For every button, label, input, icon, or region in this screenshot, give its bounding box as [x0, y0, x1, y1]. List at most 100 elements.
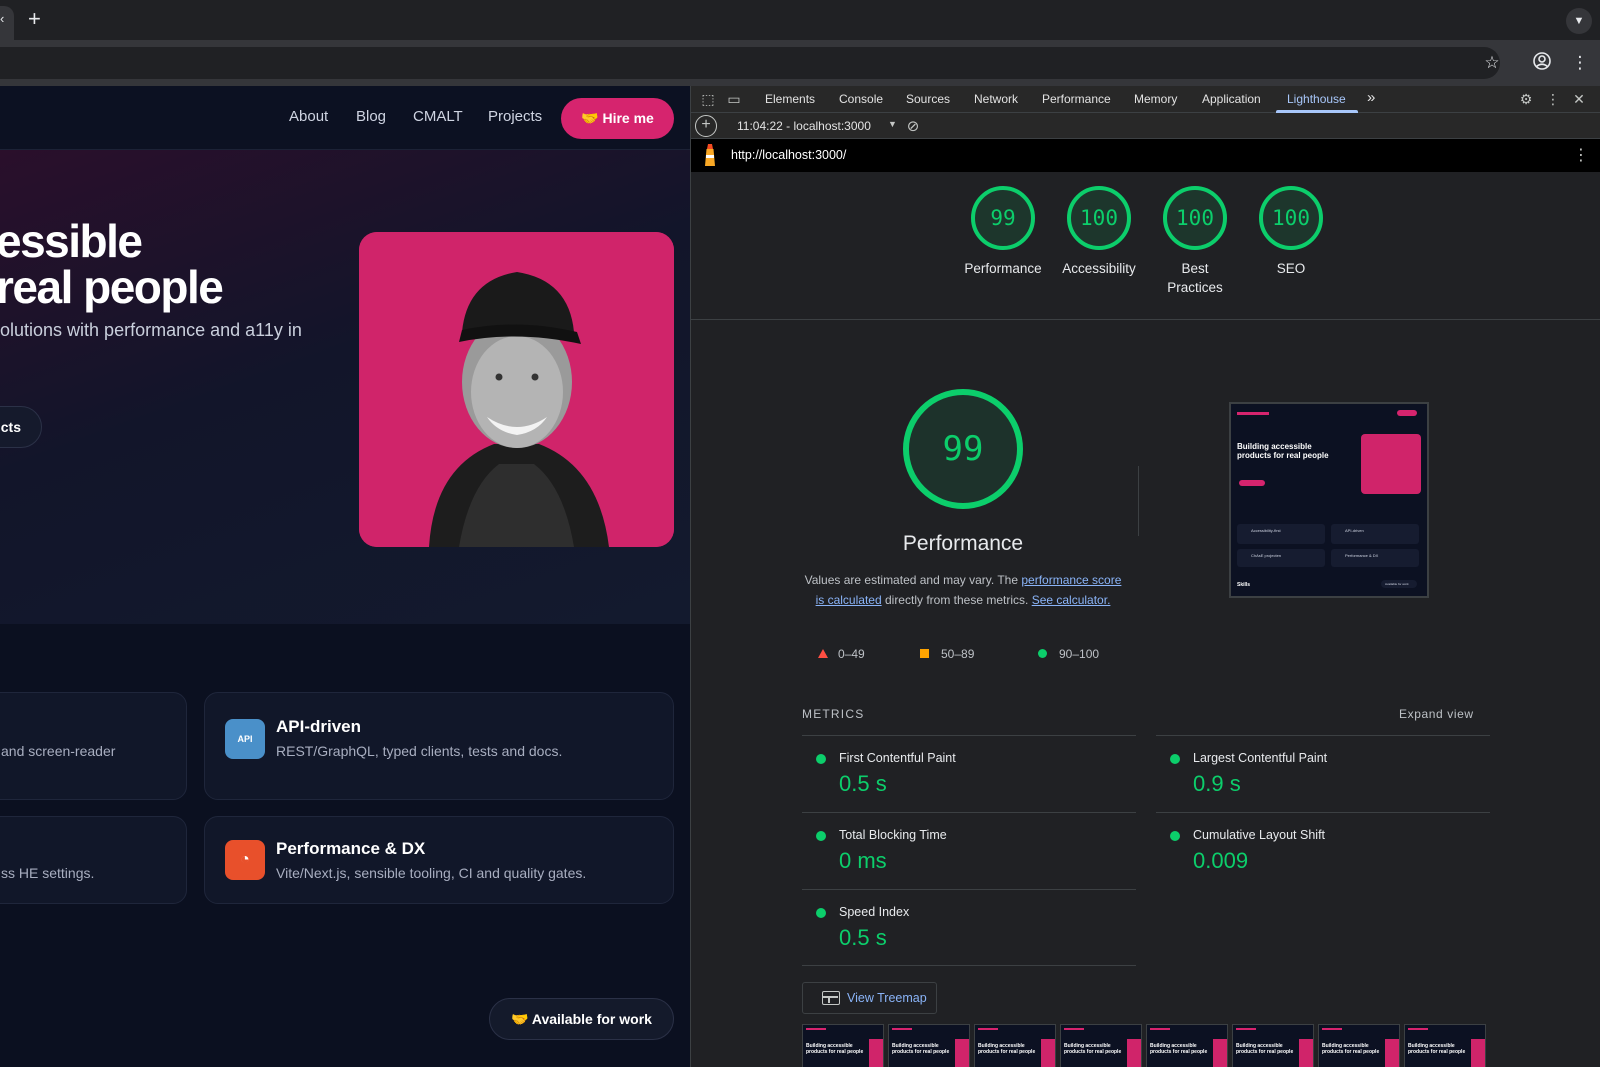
thumb-heading: Building accessible products for real pe…	[1237, 442, 1329, 460]
tab-performance[interactable]: Performance	[1042, 92, 1111, 106]
metric-name: Largest Contentful Paint	[1193, 751, 1328, 765]
close-devtools-icon[interactable]: ✕	[1570, 91, 1588, 108]
settings-gear-icon[interactable]: ⚙	[1517, 91, 1535, 108]
tab-lighthouse[interactable]: Lighthouse	[1287, 92, 1346, 106]
web-page: About Blog CMALT Projects 🤝 Hire me essi…	[0, 86, 690, 1067]
close-tab-icon[interactable]: ‹	[0, 11, 4, 26]
score-performance: 99	[971, 186, 1035, 250]
filmstrip-frame: Building accessible products for real pe…	[888, 1024, 970, 1067]
desc-text-1: Values are estimated and may vary. The	[804, 573, 1022, 587]
projects-button[interactable]: cts	[0, 406, 42, 448]
hero-subtitle: olutions with performance and a11y in	[0, 320, 302, 340]
metric-value: 0 ms	[839, 848, 887, 873]
gauge-accessibility[interactable]: 100 Accessibility	[1051, 186, 1147, 278]
frame-heading: Building accessible products for real pe…	[978, 1043, 1036, 1055]
nav-projects[interactable]: Projects	[488, 108, 542, 125]
device-toolbar-icon[interactable]: ▭	[725, 91, 743, 108]
available-for-work-button[interactable]: 🤝 Available for work	[489, 998, 674, 1040]
nav-blog[interactable]: Blog	[356, 108, 386, 125]
metric-value: 0.5 s	[839, 925, 887, 950]
score-seo: 100	[1259, 186, 1323, 250]
see-calculator-link[interactable]: See calculator.	[1032, 593, 1111, 607]
triangle-icon	[818, 649, 828, 658]
gauge-icon: ◔	[225, 840, 265, 880]
clear-reports-icon[interactable]: ⊘	[904, 117, 922, 135]
gauge-label: Performance	[964, 261, 1042, 276]
card-description: ss HE settings.	[1, 865, 95, 881]
gauge-best-practices[interactable]: 100 Best Practices	[1147, 186, 1243, 297]
metric-value: 0.009	[1193, 848, 1249, 873]
desc-text-2: directly from these metrics.	[881, 593, 1032, 607]
frame-heading: Building accessible products for real pe…	[1408, 1043, 1466, 1055]
frame-heading: Building accessible products for real pe…	[892, 1043, 950, 1055]
gauge-seo[interactable]: 100 SEO	[1243, 186, 1339, 278]
tab-sources[interactable]: Sources	[906, 92, 950, 106]
tab-console[interactable]: Console	[839, 92, 883, 106]
tab-memory[interactable]: Memory	[1134, 92, 1177, 106]
audited-url: http://localhost:3000/	[731, 148, 847, 162]
feature-card-settings: ss HE settings.	[0, 816, 187, 904]
score-best-practices: 100	[1163, 186, 1227, 250]
card-title: Performance & DX	[276, 839, 426, 858]
performance-description: Values are estimated and may vary. The p…	[801, 570, 1125, 610]
browser-toolbar: ☆ ⋮	[0, 40, 1600, 86]
hero-section: essible real people olutions with perfor…	[0, 150, 690, 624]
pass-dot-icon	[1170, 754, 1180, 764]
more-tabs-icon[interactable]: »	[1367, 89, 1375, 106]
metric-value: 0.9 s	[1193, 771, 1241, 796]
view-treemap-button[interactable]: View Treemap	[802, 982, 937, 1014]
frame-heading: Building accessible products for real pe…	[806, 1043, 864, 1055]
profile-icon[interactable]	[1530, 51, 1554, 75]
chevron-down-icon[interactable]: ▼	[1566, 8, 1592, 34]
thumb-card: ChAsE projecten	[1237, 549, 1325, 567]
gauge-performance[interactable]: 99 Performance	[955, 186, 1051, 278]
metrics-heading: METRICS	[802, 707, 865, 721]
filmstrip-frame: Building accessible products for real pe…	[1232, 1024, 1314, 1067]
tab-strip: ‹ + ▼	[0, 0, 1600, 40]
performance-score-large: 99	[903, 389, 1023, 509]
final-screenshot[interactable]: Building accessible products for real pe…	[1229, 402, 1429, 598]
thumb-card: Performance & DX	[1331, 549, 1419, 567]
report-select[interactable]: 11:04:22 - localhost:3000	[737, 119, 871, 133]
devtools-menu-icon[interactable]: ⋮	[1544, 91, 1562, 108]
tab-network[interactable]: Network	[974, 92, 1018, 106]
bookmark-star-icon[interactable]: ☆	[1480, 51, 1504, 75]
card-description: and screen-reader	[1, 743, 116, 759]
metric-lcp: Largest Contentful Paint 0.9 s	[1156, 735, 1490, 812]
view-treemap-label: View Treemap	[847, 991, 927, 1005]
thumb-button: Available for work	[1381, 580, 1417, 588]
frame-heading: Building accessible products for real pe…	[1150, 1043, 1208, 1055]
frame-heading: Building accessible products for real pe…	[1064, 1043, 1122, 1055]
score-accessibility: 100	[1067, 186, 1131, 250]
address-bar[interactable]	[0, 47, 1500, 79]
filmstrip-frame: Building accessible products for real pe…	[802, 1024, 884, 1067]
report-dropdown-icon[interactable]: ▼	[888, 119, 897, 129]
pass-dot-icon	[816, 908, 826, 918]
new-report-icon[interactable]: +	[695, 115, 717, 137]
divider	[1138, 466, 1139, 536]
square-icon	[920, 649, 929, 658]
legend-pass: 90–100	[1038, 647, 1099, 661]
card-title: API-driven	[276, 717, 362, 736]
metric-fcp: First Contentful Paint 0.5 s	[802, 735, 1136, 812]
nav-cmalt[interactable]: CMALT	[413, 108, 463, 125]
new-tab-button[interactable]: +	[28, 6, 41, 32]
report-menu-icon[interactable]: ⋮	[1573, 145, 1589, 165]
hero-heading-line2: real people	[0, 261, 224, 313]
thumb-card: Accessibility-first	[1237, 524, 1325, 544]
nav-about[interactable]: About	[289, 108, 328, 125]
feature-card-accessibility: and screen-reader	[0, 692, 187, 800]
thumb-footer: Skills	[1237, 582, 1251, 588]
expand-view-toggle[interactable]: Expand view	[1399, 707, 1474, 721]
menu-kebab-icon[interactable]: ⋮	[1568, 51, 1592, 75]
metric-name: Cumulative Layout Shift	[1193, 828, 1326, 842]
inspect-element-icon[interactable]: ⬚	[699, 91, 717, 108]
hire-me-button[interactable]: 🤝 Hire me	[561, 98, 674, 139]
lighthouse-url-bar: http://localhost:3000/ ⋮	[691, 139, 1600, 172]
metric-value: 0.5 s	[839, 771, 887, 796]
tab-elements[interactable]: Elements	[765, 92, 815, 106]
card-description: Vite/Next.js, sensible tooling, CI and q…	[276, 865, 587, 881]
tab-application[interactable]: Application	[1202, 92, 1261, 106]
lighthouse-logo-icon	[703, 144, 717, 166]
api-icon: API	[225, 719, 265, 759]
